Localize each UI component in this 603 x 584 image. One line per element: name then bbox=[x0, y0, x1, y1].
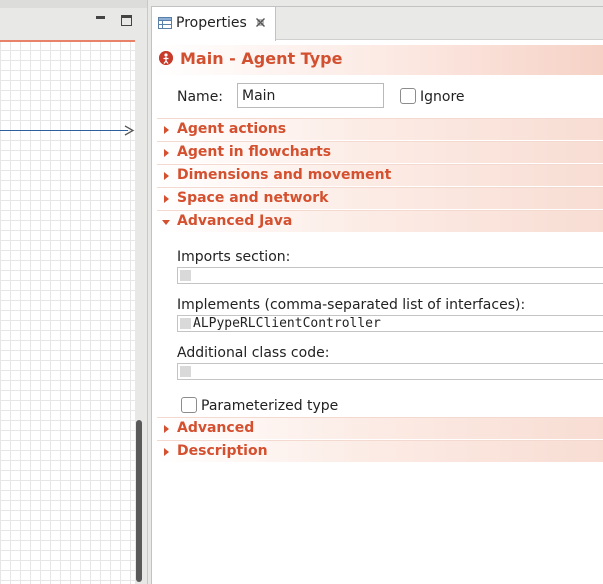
tab-label: Properties bbox=[176, 15, 247, 31]
section-space-and-network[interactable]: Space and network bbox=[157, 187, 603, 209]
implements-value: ALPypeRLClientController bbox=[193, 316, 381, 331]
editor-toolbar bbox=[0, 8, 147, 38]
section-dimensions-and-movement[interactable]: Dimensions and movement bbox=[157, 164, 603, 186]
tab-properties[interactable]: Properties bbox=[152, 7, 276, 41]
ignore-checkbox[interactable] bbox=[400, 88, 416, 104]
properties-header: Main - Agent Type bbox=[152, 45, 603, 75]
arrow-head-icon bbox=[124, 125, 134, 136]
chevron-right-icon bbox=[164, 425, 169, 433]
editor-pane bbox=[0, 0, 147, 584]
implements-editor[interactable]: ALPypeRLClientController bbox=[177, 315, 603, 332]
additional-class-code-editor[interactable] bbox=[177, 363, 603, 380]
section-description[interactable]: Description bbox=[157, 440, 603, 462]
line-marker bbox=[180, 366, 191, 377]
agent-error-icon bbox=[159, 51, 173, 65]
section-agent-actions[interactable]: Agent actions bbox=[157, 118, 603, 140]
canvas-frame-border bbox=[0, 40, 135, 42]
minimize-button[interactable] bbox=[95, 15, 107, 27]
close-icon[interactable] bbox=[255, 17, 266, 28]
page-title: Main - Agent Type bbox=[180, 49, 343, 68]
chevron-right-icon bbox=[164, 149, 169, 157]
chevron-right-icon bbox=[164, 195, 169, 203]
additional-class-code-label: Additional class code: bbox=[177, 345, 330, 361]
imports-editor[interactable] bbox=[177, 267, 603, 284]
maximize-button[interactable] bbox=[121, 15, 133, 27]
section-advanced-java[interactable]: Advanced Java bbox=[157, 210, 603, 232]
section-advanced[interactable]: Advanced bbox=[157, 417, 603, 439]
ignore-label: Ignore bbox=[420, 89, 465, 105]
chevron-right-icon bbox=[164, 126, 169, 134]
chevron-right-icon bbox=[164, 448, 169, 456]
minimize-icon bbox=[96, 16, 105, 19]
line-marker bbox=[180, 318, 191, 329]
section-label: Agent in flowcharts bbox=[177, 144, 332, 160]
maximize-icon bbox=[121, 15, 132, 26]
properties-view: Properties Main - Agent Type Name: Ignor… bbox=[151, 6, 603, 584]
graphical-editor-canvas[interactable] bbox=[0, 40, 135, 584]
section-label: Description bbox=[177, 443, 268, 459]
properties-table-icon bbox=[158, 17, 172, 29]
chevron-right-icon bbox=[164, 172, 169, 180]
scrollbar-thumb[interactable] bbox=[136, 420, 142, 582]
section-label: Advanced bbox=[177, 420, 255, 436]
parameterized-type-checkbox[interactable] bbox=[181, 397, 197, 413]
section-label: Dimensions and movement bbox=[177, 167, 392, 183]
name-label: Name: bbox=[177, 89, 224, 105]
imports-label: Imports section: bbox=[177, 249, 291, 265]
name-input[interactable] bbox=[237, 83, 384, 108]
section-label: Agent actions bbox=[177, 121, 287, 137]
parameterized-type-label: Parameterized type bbox=[201, 398, 339, 414]
section-label: Advanced Java bbox=[177, 213, 293, 229]
editor-top-strip bbox=[0, 0, 147, 8]
chevron-down-icon bbox=[162, 220, 170, 225]
section-label: Space and network bbox=[177, 190, 329, 206]
line-marker bbox=[180, 270, 191, 281]
connector-line[interactable] bbox=[0, 130, 128, 131]
implements-label: Implements (comma-separated list of inte… bbox=[177, 297, 526, 313]
section-agent-in-flowcharts[interactable]: Agent in flowcharts bbox=[157, 141, 603, 163]
